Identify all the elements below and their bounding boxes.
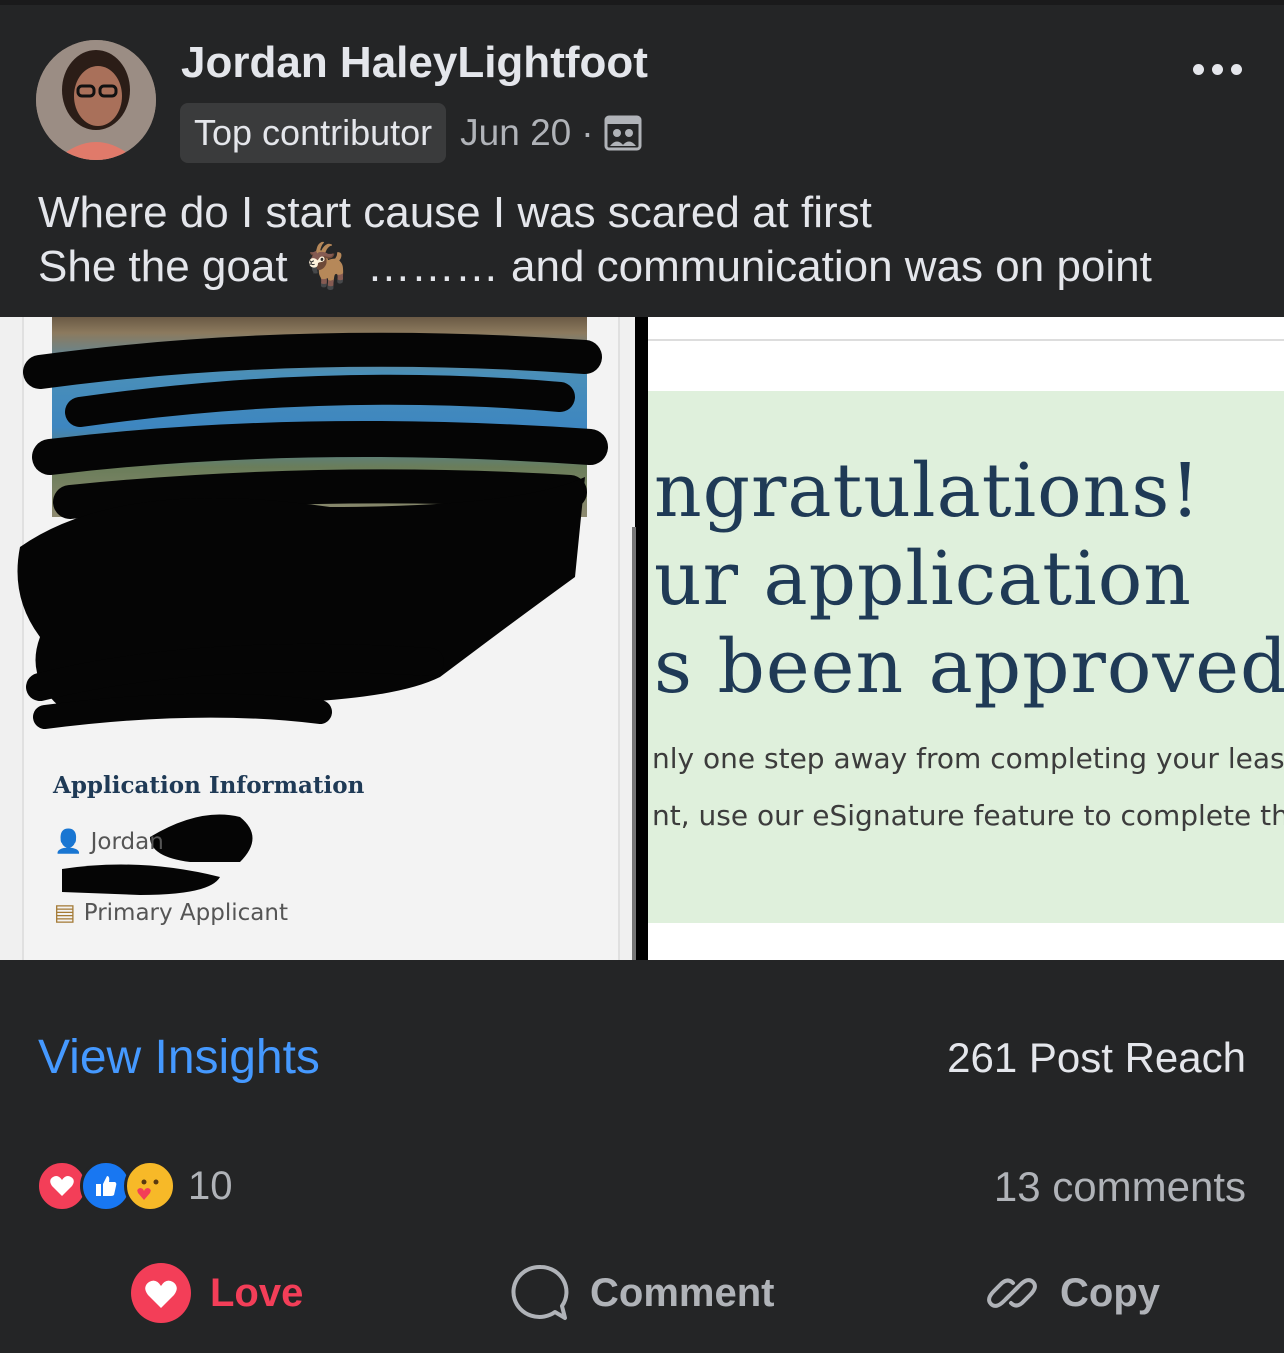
applicant-type: Primary Applicant [83,900,288,926]
group-audience-icon [604,115,642,151]
view-insights-link[interactable]: View Insights [38,1030,320,1085]
copy-button[interactable]: Copy [982,1258,1160,1328]
applicant-name-line: 👤 Jordan [54,828,164,855]
reaction-count: 10 [188,1163,233,1208]
author-avatar[interactable] [36,40,156,160]
meta-separator: · [581,112,594,153]
approval-body-1: nly one step away from completing your l… [652,742,1284,775]
caption-text-a: She the goat [38,242,288,291]
post-reach: 261 Post Reach [947,1034,1246,1081]
top-divider [0,0,1284,5]
headline-line-3: s been approved [654,624,1284,710]
comment-icon [510,1262,572,1324]
love-button[interactable]: Love [130,1258,303,1328]
more-options-icon[interactable] [1193,64,1242,75]
reactions-summary[interactable]: 10 [36,1160,233,1212]
love-label: Love [210,1270,304,1315]
post-caption: Where do I start cause I was scared at f… [38,186,1152,294]
headline-line-1: ngratulations! [654,448,1202,534]
headline-line-2: ur application [654,536,1192,622]
love-icon [130,1262,192,1324]
comments-count[interactable]: 13 comments [994,1163,1246,1211]
application-info-title: Application Information [53,772,365,799]
photo-application-info[interactable]: Application Information 👤 Jordan ▤ Primary… [0,317,635,960]
link-icon [982,1263,1042,1323]
copy-label: Copy [1060,1270,1160,1315]
header-rule [648,339,1284,341]
applicant-name: Jordan [90,829,164,855]
caption-line-1: Where do I start cause I was scared at f… [38,188,872,237]
care-reaction-icon [124,1160,176,1212]
applicant-type-line: ▤ Primary Applicant [54,900,288,926]
person-icon: 👤 [54,829,83,855]
goat-emoji-icon: 🐐 [299,242,355,291]
post-meta: Top contributor Jun 20 · [180,103,642,163]
post-action-bar: Love Comment Copy [0,1258,1284,1328]
redaction-scribble [17,332,608,895]
author-name[interactable]: Jordan HaleyLightfoot [181,38,648,88]
comment-label: Comment [590,1270,775,1315]
approval-headline: ngratulations! ur application s been app… [654,447,1284,711]
image-scrollbar [632,527,636,960]
photo-approval-notice[interactable]: ngratulations! ur application s been app… [648,317,1284,960]
post-photos[interactable]: Application Information 👤 Jordan ▤ Primary… [0,317,1284,960]
caption-text-b: ……… and communication was on point [366,242,1152,291]
comment-button[interactable]: Comment [510,1258,774,1328]
top-contributor-badge[interactable]: Top contributor [180,103,447,163]
approval-body-2: nt, use our eSignature feature to comple… [652,799,1284,832]
caption-line-2: She the goat 🐐 ……… and communication was… [38,240,1152,294]
post-date[interactable]: Jun 20 [460,112,571,154]
document-icon: ▤ [54,900,76,926]
